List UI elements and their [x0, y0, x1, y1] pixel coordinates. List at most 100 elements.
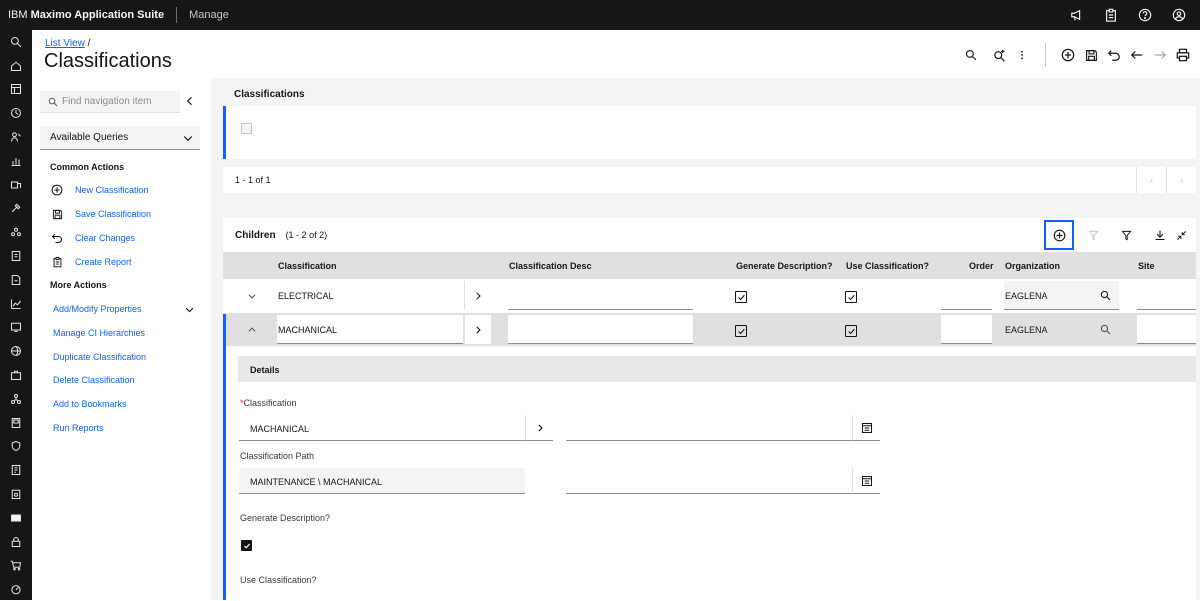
filter-icon[interactable]	[1110, 219, 1143, 252]
duplicate-classification-action[interactable]: Duplicate Classification	[53, 352, 146, 362]
top-bar: IBM Maximo Application Suite Manage	[0, 0, 1200, 30]
classification-input[interactable]: MACHANICAL	[239, 415, 525, 441]
breadcrumb-list-view[interactable]: List View	[45, 38, 85, 49]
delete-classification-action[interactable]: Delete Classification	[53, 375, 135, 385]
advanced-search-icon[interactable]	[988, 44, 1010, 66]
cell-site-input[interactable]	[1137, 315, 1196, 344]
generate-description-checkbox[interactable]	[735, 291, 747, 303]
chevron-right-icon[interactable]	[464, 281, 491, 310]
user-icon[interactable]	[1162, 0, 1196, 30]
search-icon[interactable]	[960, 44, 982, 66]
workorder-icon[interactable]	[0, 244, 32, 268]
chevron-left-icon[interactable]	[184, 94, 196, 108]
generate-description-checkbox[interactable]	[735, 325, 747, 337]
search-icon[interactable]	[1100, 324, 1111, 335]
cell-desc-input[interactable]	[508, 281, 693, 310]
cell-site-input[interactable]	[1137, 281, 1196, 310]
briefcase-icon[interactable]	[0, 363, 32, 387]
chevron-up-icon[interactable]	[247, 325, 257, 335]
chevron-down-icon[interactable]	[184, 304, 195, 315]
cart-icon[interactable]	[0, 554, 32, 578]
home-icon[interactable]	[0, 54, 32, 78]
use-classification-checkbox[interactable]	[845, 291, 857, 303]
chevron-down-icon[interactable]	[247, 291, 257, 301]
classification-path-label: Classification Path	[240, 451, 315, 461]
globe-icon[interactable]	[0, 339, 32, 363]
col-organization[interactable]: Organization	[1005, 261, 1060, 271]
asset-icon[interactable]	[0, 173, 32, 197]
table-row[interactable]: MACHANICAL EAGLENA	[223, 313, 1196, 346]
col-classification-desc[interactable]: Classification Desc	[509, 261, 592, 271]
col-use-classification[interactable]: Use Classification?	[846, 261, 929, 271]
add-icon[interactable]	[1057, 44, 1079, 66]
cell-desc-input[interactable]	[508, 315, 693, 344]
use-classification-checkbox[interactable]	[845, 325, 857, 337]
meter-icon[interactable]	[0, 411, 32, 435]
brand[interactable]: IBM Maximo Application Suite	[0, 9, 164, 21]
chart-icon[interactable]	[0, 149, 32, 173]
navigation-panel: Find navigation item Available Queries C…	[32, 78, 211, 600]
available-queries-dropdown[interactable]: Available Queries	[40, 126, 200, 150]
previous-page-icon[interactable]: ‹	[1136, 167, 1166, 193]
search-icon[interactable]	[0, 30, 32, 54]
arrow-right-icon[interactable]	[1149, 44, 1171, 66]
add-row-icon[interactable]	[1044, 220, 1074, 250]
clear-changes-label: Clear Changes	[75, 233, 136, 243]
card-icon[interactable]	[0, 506, 32, 530]
manage-ci-hierarchies-action[interactable]: Manage CI Hierarchies	[53, 328, 145, 338]
undo-icon[interactable]	[1103, 44, 1125, 66]
classification-description-input[interactable]	[566, 415, 852, 441]
select-all-checkbox[interactable]	[241, 123, 252, 134]
people-icon[interactable]	[0, 125, 32, 149]
lock-icon[interactable]	[0, 530, 32, 554]
col-classification[interactable]: Classification	[278, 261, 337, 271]
table-row[interactable]: ELECTRICAL EAGLENA	[223, 279, 1196, 312]
col-generate-description[interactable]: Generate Description?	[736, 261, 833, 271]
clear-filter-icon[interactable]	[1077, 219, 1110, 252]
analytics-icon[interactable]	[0, 292, 32, 316]
group-icon[interactable]	[0, 220, 32, 244]
monitor-icon[interactable]	[0, 316, 32, 340]
megaphone-icon[interactable]	[1060, 0, 1094, 30]
print-icon[interactable]	[1172, 44, 1194, 66]
clear-changes-action[interactable]: Clear Changes	[50, 230, 135, 246]
save-icon[interactable]	[1080, 44, 1102, 66]
inventory-icon[interactable]	[0, 482, 32, 506]
chevron-right-icon[interactable]	[464, 315, 491, 344]
col-order[interactable]: Order	[969, 261, 994, 271]
more-actions-heading: More Actions	[50, 280, 107, 290]
document-icon[interactable]	[0, 268, 32, 292]
add-to-bookmarks-action[interactable]: Add to Bookmarks	[53, 399, 127, 409]
report-icon[interactable]	[0, 458, 32, 482]
collapse-icon[interactable]	[1176, 219, 1196, 252]
shield-icon[interactable]	[0, 435, 32, 459]
tool-icon[interactable]	[0, 197, 32, 221]
tab-classifications[interactable]: Classifications	[223, 85, 316, 108]
dashboard-icon[interactable]	[0, 78, 32, 102]
cell-order-input[interactable]	[941, 281, 992, 310]
long-description-icon[interactable]	[852, 415, 880, 441]
chevron-right-icon[interactable]	[525, 415, 553, 441]
next-page-icon[interactable]: ›	[1166, 167, 1196, 193]
cell-classification: MACHANICAL	[278, 325, 338, 335]
add-modify-properties-action[interactable]: Add/Modify Properties	[53, 304, 142, 314]
search-icon[interactable]	[1100, 290, 1111, 301]
download-icon[interactable]	[1143, 219, 1176, 252]
col-site[interactable]: Site	[1138, 261, 1155, 271]
save-classification-action[interactable]: Save Classification	[50, 206, 151, 222]
generate-description-checkbox[interactable]	[241, 540, 252, 551]
cell-order-input[interactable]	[941, 315, 992, 344]
create-report-action[interactable]: Create Report	[50, 254, 132, 270]
new-classification-action[interactable]: New Classification	[50, 182, 149, 198]
arrow-left-icon[interactable]	[1126, 44, 1148, 66]
clipboard-icon[interactable]	[1094, 0, 1128, 30]
overflow-menu-icon[interactable]	[1011, 44, 1033, 66]
help-icon[interactable]	[1128, 0, 1162, 30]
history-icon[interactable]	[0, 101, 32, 125]
path-description-input[interactable]	[566, 468, 852, 494]
gauge-icon[interactable]	[0, 577, 32, 601]
long-description-icon[interactable]	[852, 468, 880, 494]
nav-search-input[interactable]: Find navigation item	[40, 91, 180, 113]
run-reports-action[interactable]: Run Reports	[53, 423, 104, 433]
tree-icon[interactable]	[0, 387, 32, 411]
